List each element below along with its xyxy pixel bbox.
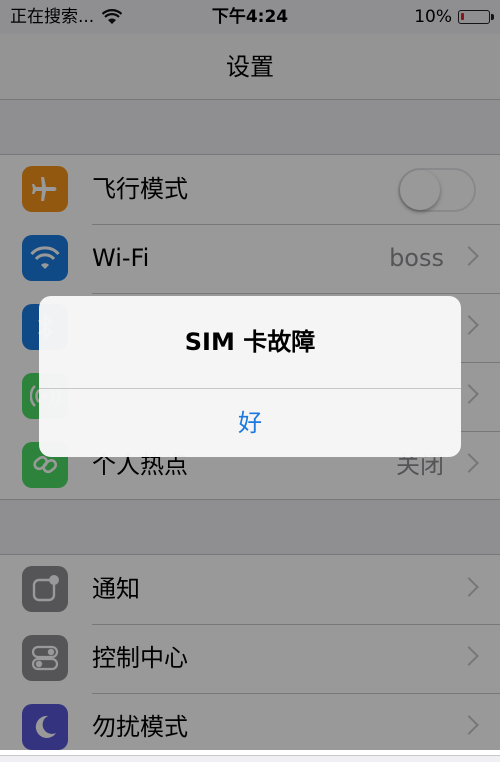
alert-title: SIM 卡故障 [184, 328, 316, 356]
alert-ok-button[interactable]: 好 [39, 389, 461, 457]
sim-failure-alert: SIM 卡故障 好 [39, 296, 461, 457]
